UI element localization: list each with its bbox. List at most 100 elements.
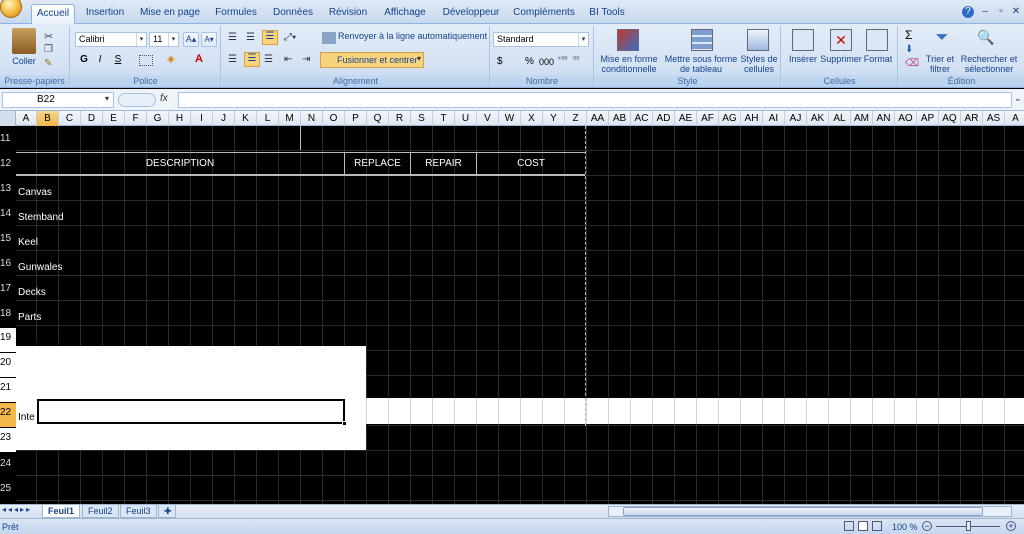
fill-color-icon[interactable]: ◈ [167, 54, 175, 65]
percent-button[interactable]: % [525, 56, 534, 67]
column-header-al[interactable]: AL [829, 111, 851, 126]
align-bottom-icon[interactable]: ☰ [262, 30, 278, 45]
horizontal-scrollbar[interactable] [608, 506, 1012, 517]
row-header-22[interactable]: 22 [0, 403, 16, 427]
find-select-icon[interactable]: 🔍 [975, 29, 997, 51]
column-header-u[interactable]: U [455, 111, 477, 126]
column-header-o[interactable]: O [323, 111, 345, 126]
format-cells-icon[interactable] [866, 29, 888, 51]
column-header-l[interactable]: L [257, 111, 279, 126]
insert-function-icon[interactable]: fx [160, 93, 176, 107]
sheet-nav-icons[interactable]: ◂◂◂▸▸ [2, 505, 32, 514]
column-header-an[interactable]: AN [873, 111, 895, 126]
item-inte[interactable]: Inte [18, 412, 35, 423]
close-icon[interactable]: ✕ [1010, 6, 1022, 18]
worksheet-grid[interactable]: DESCRIPTION REPLACE REPAIR COST Canvas S… [16, 126, 1024, 504]
column-header-aa[interactable]: AA [587, 111, 609, 126]
align-middle-icon[interactable]: ☰ [246, 32, 255, 43]
header-replace[interactable]: REPLACE [344, 152, 410, 176]
zoom-level[interactable]: 100 % [892, 520, 918, 534]
italic-button[interactable]: I [93, 54, 107, 68]
cell-styles-button[interactable]: Styles de cellules [739, 54, 779, 74]
row-header-23[interactable]: 23 [0, 428, 16, 452]
zoom-in-icon[interactable]: + [1006, 521, 1016, 531]
align-center-icon[interactable]: ☰ [244, 52, 260, 67]
format-button[interactable]: Format [862, 54, 894, 64]
active-cell-B22[interactable] [37, 399, 345, 424]
font-size-select[interactable]: 11 ▾ [149, 32, 179, 47]
merge-center-button[interactable]: Fusionner et centrer ▾ [320, 52, 424, 68]
tab-accueil[interactable]: Accueil [31, 4, 75, 24]
formula-splitter[interactable] [118, 93, 156, 107]
new-sheet-icon[interactable]: ✚ [158, 505, 176, 518]
column-header-e[interactable]: E [103, 111, 125, 126]
sort-filter-button[interactable]: Trier et filtrer [923, 54, 957, 74]
sheet-tab-feuil2[interactable]: Feuil2 [82, 505, 119, 518]
paste-label[interactable]: Coller [6, 56, 42, 66]
column-header-i[interactable]: I [191, 111, 213, 126]
chevron-down-icon[interactable]: ▾ [105, 94, 109, 103]
tab-formules[interactable]: Formules [210, 4, 262, 24]
office-button[interactable] [0, 0, 22, 18]
sort-filter-icon[interactable]: ⏷ [931, 29, 953, 51]
conditional-format-button[interactable]: Mise en forme conditionnelle [597, 54, 661, 74]
shrink-font-icon[interactable]: A▾ [201, 32, 217, 47]
row-header-24[interactable]: 24 [0, 458, 16, 469]
column-header-aj[interactable]: AJ [785, 111, 807, 126]
sheet-tab-feuil1[interactable]: Feuil1 [42, 505, 81, 518]
cut-icon[interactable]: ✂ [44, 30, 53, 43]
underline-button[interactable]: S [111, 54, 125, 68]
font-color-icon[interactable]: A [195, 53, 203, 65]
row-header-25[interactable]: 25 [0, 483, 16, 494]
copy-icon[interactable]: ❐ [44, 44, 53, 55]
delete-cells-icon[interactable]: ✕ [830, 29, 852, 51]
column-header-f[interactable]: F [125, 111, 147, 126]
fill-handle[interactable] [342, 421, 347, 426]
column-header-ap[interactable]: AP [917, 111, 939, 126]
column-header-a[interactable]: A [1005, 111, 1024, 126]
increase-indent-icon[interactable]: ⇥ [302, 54, 310, 65]
column-header-x[interactable]: X [521, 111, 543, 126]
item-canvas[interactable]: Canvas [18, 187, 52, 198]
font-name-select[interactable]: Calibri ▾ [75, 32, 147, 47]
paste-icon[interactable] [12, 28, 36, 54]
column-header-ae[interactable]: AE [675, 111, 697, 126]
align-right-icon[interactable]: ☰ [264, 54, 273, 65]
wrap-text-button[interactable]: Renvoyer à la ligne automatiquement [338, 31, 487, 41]
scroll-thumb[interactable] [623, 507, 983, 516]
tab-affichage[interactable]: Affichage [378, 4, 432, 24]
column-header-j[interactable]: J [213, 111, 235, 126]
find-select-button[interactable]: Rechercher et sélectionner [957, 54, 1021, 74]
header-description[interactable]: DESCRIPTION [16, 152, 344, 176]
delete-button[interactable]: Supprimer [818, 54, 864, 64]
item-parts[interactable]: Parts [18, 312, 41, 323]
row-header-21[interactable]: 21 [0, 378, 16, 402]
thousands-button[interactable]: 000 [539, 57, 554, 67]
tab-donnees[interactable]: Données [268, 4, 318, 24]
number-format-select[interactable]: Standard ▾ [493, 32, 589, 47]
increase-decimal-icon[interactable]: ⁺⁰⁰ [557, 55, 568, 64]
column-header-d[interactable]: D [81, 111, 103, 126]
bold-button[interactable]: G [77, 54, 91, 68]
orientation-icon[interactable]: ⤢▾ [284, 32, 296, 43]
header-cost[interactable]: COST [476, 152, 585, 176]
tab-bi-tools[interactable]: BI Tools [584, 4, 630, 24]
column-header-s[interactable]: S [411, 111, 433, 126]
format-table-button[interactable]: Mettre sous forme de tableau [663, 54, 739, 74]
column-header-ah[interactable]: AH [741, 111, 763, 126]
column-header-ai[interactable]: AI [763, 111, 785, 126]
row-header-18[interactable]: 18 [0, 308, 16, 319]
name-box[interactable]: B22 [2, 92, 114, 108]
column-header-q[interactable]: Q [367, 111, 389, 126]
row-header-13[interactable]: 13 [0, 183, 16, 194]
item-keel[interactable]: Keel [18, 237, 38, 248]
column-header-aq[interactable]: AQ [939, 111, 961, 126]
wrap-text-icon[interactable] [322, 32, 336, 44]
column-header-am[interactable]: AM [851, 111, 873, 126]
column-header-a[interactable]: A [16, 111, 37, 126]
item-exterior-paint[interactable]: Exterior paint [18, 337, 77, 346]
column-header-ag[interactable]: AG [719, 111, 741, 126]
column-header-ar[interactable]: AR [961, 111, 983, 126]
column-header-ac[interactable]: AC [631, 111, 653, 126]
item-gunwales[interactable]: Gunwales [18, 262, 62, 273]
